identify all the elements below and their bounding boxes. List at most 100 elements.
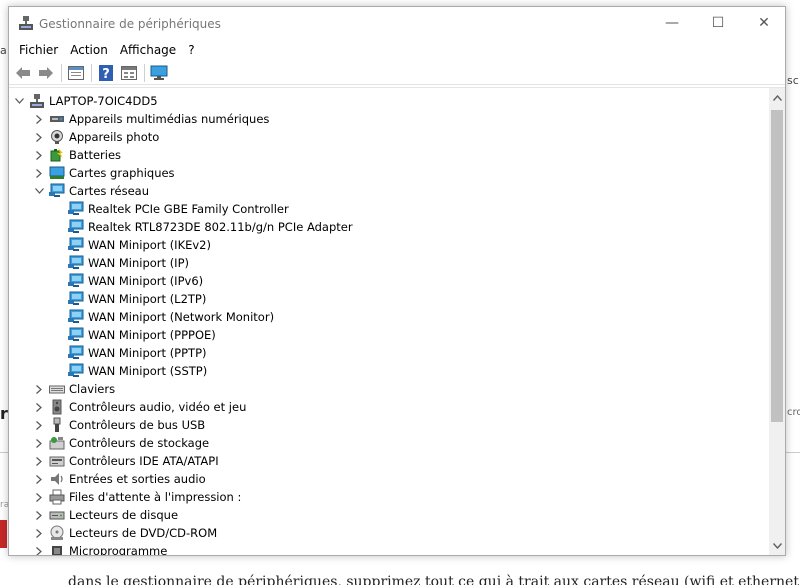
device-item[interactable]: WAN Miniport (IP) bbox=[9, 254, 767, 272]
multimedia-device-icon bbox=[49, 111, 65, 127]
chevron-right-icon[interactable] bbox=[33, 470, 45, 488]
maximize-icon: ☐ bbox=[711, 15, 725, 31]
tree-item-label: Batteries bbox=[69, 148, 122, 162]
chevron-right-icon[interactable] bbox=[33, 380, 45, 398]
scroll-up-icon[interactable] bbox=[769, 90, 785, 106]
chevron-right-icon[interactable] bbox=[33, 524, 45, 542]
chevron-right-icon[interactable] bbox=[33, 416, 45, 434]
chevron-down-icon[interactable] bbox=[33, 182, 45, 200]
tree-root[interactable]: LAPTOP-7OIC4DD5 bbox=[9, 92, 767, 110]
tree-item-label: Contrôleurs de stockage bbox=[69, 436, 210, 450]
menu-affichage[interactable]: Affichage bbox=[114, 43, 182, 57]
scroll-down-icon[interactable] bbox=[769, 538, 785, 554]
background-fragment: a bbox=[0, 44, 7, 57]
audio-io-icon bbox=[49, 471, 65, 487]
device-category[interactable]: Claviers bbox=[9, 380, 767, 398]
chevron-down-icon[interactable] bbox=[13, 92, 25, 110]
device-category[interactable]: Contrôleurs de bus USB bbox=[9, 416, 767, 434]
tree-item-label: WAN Miniport (SSTP) bbox=[88, 364, 208, 378]
device-item[interactable]: Realtek PCIe GBE Family Controller bbox=[9, 200, 767, 218]
network-adapter-icon bbox=[68, 201, 84, 217]
device-category[interactable]: Cartes graphiques bbox=[9, 164, 767, 182]
tree-item-label: Appareils multimédias numériques bbox=[69, 112, 270, 126]
keyboard-icon bbox=[49, 381, 65, 397]
device-category[interactable]: Files d'attente à l'impression : bbox=[9, 488, 767, 506]
tree-item-label: Lecteurs de disque bbox=[69, 508, 179, 522]
scan-hardware-button[interactable] bbox=[148, 63, 170, 83]
network-adapter-icon bbox=[68, 273, 84, 289]
device-category[interactable]: Batteries bbox=[9, 146, 767, 164]
vertical-scrollbar[interactable] bbox=[769, 88, 785, 555]
device-item[interactable]: WAN Miniport (PPTP) bbox=[9, 344, 767, 362]
chevron-right-icon[interactable] bbox=[33, 398, 45, 416]
network-adapter-icon bbox=[68, 345, 84, 361]
back-arrow-icon bbox=[16, 66, 30, 79]
device-category[interactable]: Microprogramme bbox=[9, 542, 767, 555]
tree-item-label: WAN Miniport (Network Monitor) bbox=[88, 310, 275, 324]
minimize-icon: — bbox=[665, 15, 679, 31]
menu-help[interactable]: ? bbox=[182, 43, 200, 57]
device-category[interactable]: Entrées et sorties audio bbox=[9, 470, 767, 488]
network-adapter-icon bbox=[68, 309, 84, 325]
device-item[interactable]: WAN Miniport (IKEv2) bbox=[9, 236, 767, 254]
title-bar[interactable]: Gestionnaire de périphériques — ☐ ✕ bbox=[9, 7, 785, 39]
chevron-right-icon[interactable] bbox=[33, 128, 45, 146]
device-item[interactable]: Realtek RTL8723DE 802.11b/g/n PCIe Adapt… bbox=[9, 218, 767, 236]
device-item[interactable]: WAN Miniport (L2TP) bbox=[9, 290, 767, 308]
properties-pane-icon bbox=[68, 65, 84, 80]
tree-item-label: Cartes graphiques bbox=[69, 166, 175, 180]
chevron-right-icon[interactable] bbox=[33, 110, 45, 128]
close-icon: ✕ bbox=[758, 15, 770, 31]
toolbar-separator bbox=[144, 63, 145, 82]
device-category[interactable]: Cartes réseau bbox=[9, 182, 767, 200]
computer-icon bbox=[29, 93, 45, 109]
speaker-icon bbox=[49, 399, 65, 415]
chevron-right-icon[interactable] bbox=[33, 542, 45, 555]
chevron-right-icon[interactable] bbox=[33, 506, 45, 524]
back-button[interactable] bbox=[12, 63, 34, 83]
device-category[interactable]: Appareils photo bbox=[9, 128, 767, 146]
minimize-button[interactable]: — bbox=[649, 7, 695, 39]
chevron-right-icon[interactable] bbox=[33, 146, 45, 164]
chevron-right-icon[interactable] bbox=[33, 488, 45, 506]
details-view-icon bbox=[121, 65, 137, 80]
menu-fichier[interactable]: Fichier bbox=[13, 43, 64, 57]
properties-pane-button[interactable] bbox=[65, 63, 87, 83]
maximize-button[interactable]: ☐ bbox=[695, 7, 741, 39]
tree-item-label: Contrôleurs de bus USB bbox=[69, 418, 206, 432]
chevron-right-icon[interactable] bbox=[33, 434, 45, 452]
device-category[interactable]: Lecteurs de DVD/CD-ROM bbox=[9, 524, 767, 542]
network-adapter-icon bbox=[68, 363, 84, 379]
device-category[interactable]: Lecteurs de disque bbox=[9, 506, 767, 524]
device-item[interactable]: WAN Miniport (SSTP) bbox=[9, 362, 767, 380]
display-adapter-icon bbox=[49, 165, 65, 181]
close-button[interactable]: ✕ bbox=[741, 7, 787, 39]
chevron-right-icon[interactable] bbox=[33, 452, 45, 470]
help-button[interactable]: ? bbox=[95, 63, 117, 83]
device-category[interactable]: Appareils multimédias numériques bbox=[9, 110, 767, 128]
device-item[interactable]: WAN Miniport (IPv6) bbox=[9, 272, 767, 290]
tree-item-label: Files d'attente à l'impression : bbox=[69, 490, 242, 504]
device-tree-panel: LAPTOP-7OIC4DD5 Appareils multimédias nu… bbox=[9, 87, 785, 555]
help-icon: ? bbox=[99, 64, 113, 81]
device-category[interactable]: Contrôleurs IDE ATA/ATAPI bbox=[9, 452, 767, 470]
tree-item-label: Realtek RTL8723DE 802.11b/g/n PCIe Adapt… bbox=[88, 220, 353, 234]
menu-action[interactable]: Action bbox=[64, 43, 114, 57]
details-view-button[interactable] bbox=[118, 63, 140, 83]
scroll-thumb[interactable] bbox=[771, 110, 783, 422]
device-category[interactable]: Contrôleurs de stockage bbox=[9, 434, 767, 452]
device-category[interactable]: Contrôleurs audio, vidéo et jeu bbox=[9, 398, 767, 416]
background-divider bbox=[0, 452, 8, 453]
tree-item-label: Claviers bbox=[69, 382, 116, 396]
network-adapter-icon bbox=[68, 219, 84, 235]
tree-item-label: Realtek PCIe GBE Family Controller bbox=[88, 202, 289, 216]
device-item[interactable]: WAN Miniport (PPPOE) bbox=[9, 326, 767, 344]
tree-item-label: WAN Miniport (PPTP) bbox=[88, 346, 207, 360]
forward-button[interactable] bbox=[35, 63, 57, 83]
device-item[interactable]: WAN Miniport (Network Monitor) bbox=[9, 308, 767, 326]
chevron-right-icon[interactable] bbox=[33, 164, 45, 182]
